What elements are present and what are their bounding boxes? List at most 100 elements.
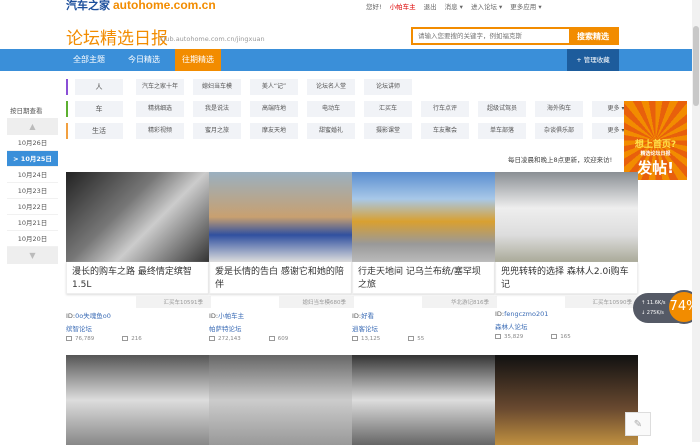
forum-link[interactable]: 帕萨特论坛	[209, 323, 352, 333]
category-item[interactable]: 论坛名人堂	[307, 79, 355, 95]
category-item[interactable]: 海外购车	[535, 101, 583, 117]
forum-link[interactable]: 缤智论坛	[66, 323, 209, 333]
post-card[interactable]	[495, 355, 638, 445]
category-item[interactable]: 甜蜜婚礼	[307, 123, 355, 139]
more-apps-menu[interactable]: 更多应用 ▾	[510, 1, 541, 11]
post-ad-banner[interactable]: 想上首页? 精选论坛日报 发帖!	[624, 101, 687, 180]
scrollbar-thumb[interactable]	[693, 26, 699, 106]
network-speed-widget[interactable]: ↑ 11.6K/s ↓ 275K/s 74%	[633, 290, 700, 324]
post-title[interactable]: 漫长的购车之路 最终情定缤智1.5L	[66, 262, 209, 294]
post-card[interactable]: 漫长的购车之路 最终情定缤智1.5L 汇买车10591季 ID:0o失魂鱼o0 …	[66, 172, 211, 342]
author-link[interactable]: fengczmo201	[504, 310, 548, 318]
post-title[interactable]: 兜兜转转的选择 森林人2.0i购车记	[495, 262, 638, 294]
logo-domain: autohome.com.cn	[113, 0, 216, 12]
post-author: ID:好看	[352, 310, 495, 320]
feedback-button[interactable]: ✎	[625, 412, 651, 436]
scroll-down-button[interactable]: ▼	[7, 247, 58, 264]
date-sidebar: ▲ 10月26日 > 10月25日 10月24日 10月23日 10月22日 10月21日…	[7, 118, 58, 264]
post-card[interactable]	[209, 355, 352, 445]
tab-past[interactable]: 往期精选	[175, 49, 221, 71]
category-item[interactable]: 摄影课堂	[364, 123, 412, 139]
post-image[interactable]	[66, 172, 209, 262]
post-card[interactable]: 爱是长情的告白 感谢它和她的陪伴 媳妇当车模680季 ID:小帕车主 帕萨特论坛…	[209, 172, 354, 342]
forum-link[interactable]: 森林人论坛	[495, 321, 638, 331]
category-label[interactable]: 车	[75, 101, 123, 117]
date-item[interactable]: 10月24日	[7, 167, 58, 183]
date-item[interactable]: > 10月25日	[7, 151, 58, 167]
category-item[interactable]: 美人“记”	[250, 79, 298, 95]
category-item[interactable]: 车友聚会	[421, 123, 469, 139]
post-image[interactable]	[352, 355, 495, 445]
search-input[interactable]	[413, 29, 569, 43]
post-stats: 13,125 55	[352, 336, 495, 342]
comment-icon	[268, 336, 275, 341]
category-item[interactable]: 汽车之家十年	[136, 79, 184, 95]
post-stats: 76,789 216	[66, 336, 209, 342]
reply-count: 609	[277, 336, 289, 342]
category-item[interactable]: 摩友天地	[250, 123, 298, 139]
autohome-logo[interactable]: 汽车之家 autohome.com.cn	[66, 0, 216, 13]
views-icon	[209, 336, 215, 341]
category-item[interactable]: 精挑细选	[136, 101, 184, 117]
category-label[interactable]: 人	[75, 79, 123, 95]
post-tag[interactable]: 汇买车10590季	[565, 296, 640, 308]
post-image[interactable]	[209, 172, 352, 262]
scrollbar[interactable]	[692, 0, 700, 442]
post-card[interactable]: 兜兜转转的选择 森林人2.0i购车记 汇买车10590季 ID:fengczmo…	[495, 172, 640, 340]
username-link[interactable]: 小帕车主	[390, 1, 416, 11]
date-item[interactable]: 10月21日	[7, 215, 58, 231]
forum-link[interactable]: 逍客论坛	[352, 323, 495, 333]
post-card[interactable]	[352, 355, 495, 445]
post-image[interactable]	[495, 355, 638, 445]
post-card[interactable]	[66, 355, 209, 445]
author-link[interactable]: 好看	[361, 312, 374, 320]
category-item[interactable]: 论坛讲师	[364, 79, 412, 95]
category-item[interactable]: 精彩视频	[136, 123, 184, 139]
upload-speed: ↑ 11.6K/s	[641, 300, 666, 306]
category-item[interactable]: 媳妇当车模	[193, 79, 241, 95]
date-item[interactable]: 10月26日	[7, 135, 58, 151]
post-tag[interactable]: 媳妇当车模680季	[279, 296, 354, 308]
view-count: 35,829	[504, 334, 524, 340]
sidebar-title: 按日期查看	[10, 107, 43, 115]
post-author: ID:0o失魂鱼o0	[66, 310, 209, 320]
ad-line1: 想上首页?	[634, 140, 677, 150]
category-item[interactable]: 汇买车	[364, 101, 412, 117]
post-stats: 35,829 165	[495, 334, 638, 340]
post-tag[interactable]: 汇买车10591季	[136, 296, 211, 308]
category-item[interactable]: 单车部落	[478, 123, 526, 139]
manage-favorites-button[interactable]: + 管理收藏	[567, 49, 619, 71]
category-label[interactable]: 生活	[75, 123, 123, 139]
post-image[interactable]	[66, 355, 209, 445]
category-item[interactable]: 电动车	[307, 101, 355, 117]
category-item[interactable]: 行车点评	[421, 101, 469, 117]
scroll-up-button[interactable]: ▲	[7, 118, 58, 135]
messages-menu[interactable]: 消息 ▾	[445, 1, 463, 11]
tab-today[interactable]: 今日精选	[121, 49, 167, 71]
post-image[interactable]	[352, 172, 495, 262]
category-item[interactable]: 蜜月之旅	[193, 123, 241, 139]
post-image[interactable]	[495, 172, 638, 262]
post-image[interactable]	[209, 355, 352, 445]
post-tag[interactable]: 华北游记816季	[422, 296, 497, 308]
page-url: club.autohome.com.cn/jingxuan	[160, 35, 265, 43]
category-item[interactable]: 杂谈俱乐部	[535, 123, 583, 139]
date-item[interactable]: 10月22日	[7, 199, 58, 215]
enter-forum-menu[interactable]: 进入论坛 ▾	[471, 1, 502, 11]
category-row: 人汽车之家十年 媳妇当车模 美人“记” 论坛名人堂 论坛讲师	[66, 79, 412, 95]
category-item[interactable]: 超级试驾员	[478, 101, 526, 117]
date-item[interactable]: 10月20日	[7, 231, 58, 247]
category-item[interactable]: 高端阵地	[250, 101, 298, 117]
author-link[interactable]: 小帕车主	[218, 312, 244, 320]
author-link[interactable]: 0o失魂鱼o0	[75, 312, 111, 320]
post-title[interactable]: 行走天地间 记乌兰布统/塞罕坝之旅	[352, 262, 495, 294]
date-item[interactable]: 10月23日	[7, 183, 58, 199]
category-item[interactable]: 我是说法	[193, 101, 241, 117]
logout-link[interactable]: 退出	[424, 1, 437, 11]
tab-all-topics[interactable]: 全部主题	[66, 49, 112, 71]
category-row: 生活 精彩视频 蜜月之旅 摩友天地 甜蜜婚礼 摄影课堂 车友聚会 单车部落 杂谈俱乐部 更多 ▾	[66, 123, 640, 139]
search-button[interactable]: 搜索精选	[569, 29, 617, 43]
post-card[interactable]: 行走天地间 记乌兰布统/塞罕坝之旅 华北游记816季 ID:好看 逍客论坛 13…	[352, 172, 497, 342]
reply-count: 216	[131, 336, 142, 342]
post-title[interactable]: 爱是长情的告白 感谢它和她的陪伴	[209, 262, 352, 294]
